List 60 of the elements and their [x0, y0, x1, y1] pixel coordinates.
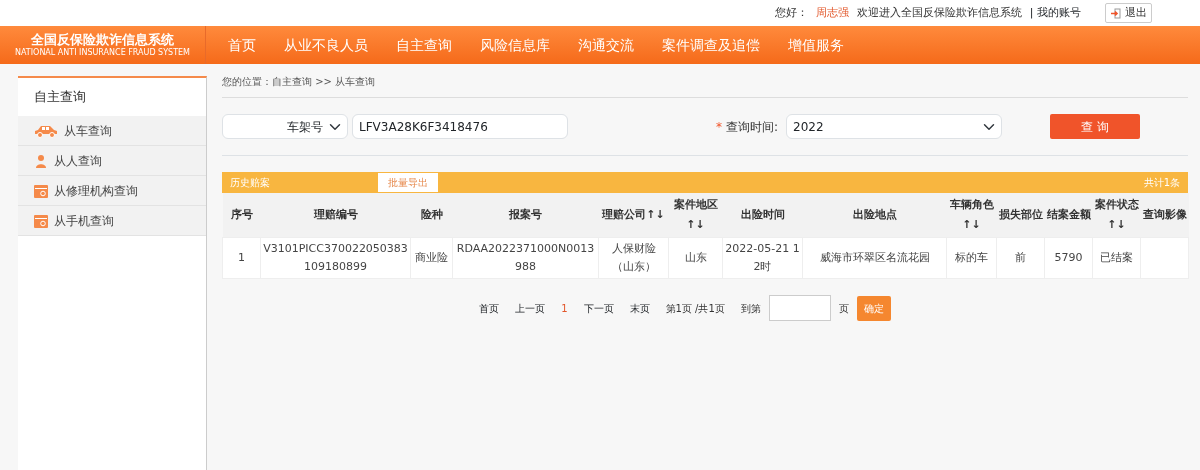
breadcrumb-text: 您的位置：自主查询 >> 从车查询 — [222, 64, 1188, 98]
column-header[interactable]: 查询影像 — [1140, 193, 1189, 238]
column-header[interactable]: 损失部位 — [996, 193, 1045, 238]
last-page-link[interactable]: 末页 — [629, 300, 650, 316]
column-header[interactable]: 报案号 — [452, 193, 599, 238]
query-button[interactable]: 查 询 — [1050, 114, 1140, 139]
table-cell: 人保财险（山东） — [611, 242, 656, 273]
column-header[interactable]: 序号 — [222, 193, 261, 238]
page-info-text: 第1页 /共1页 — [665, 301, 725, 316]
sidebar-item[interactable]: 从手机查询 — [18, 206, 206, 236]
table-cell: 商业险 — [415, 251, 448, 264]
next-page-link[interactable]: 下一页 — [583, 300, 614, 316]
logo-title: 全国反保险欺诈信息系统 — [30, 32, 175, 48]
calendar-icon — [34, 213, 48, 228]
greeting-text: 您好： — [774, 4, 808, 21]
vin-input-field[interactable]: LFV3A28K6F3418476 — [352, 114, 568, 139]
total-count: 共计1条 — [1143, 176, 1180, 190]
table-cell: 山东 — [684, 251, 707, 264]
goto-label: 到第 — [740, 301, 761, 316]
previous-page-link[interactable]: 上一页 — [515, 300, 546, 316]
column-header[interactable]: 出险地点 — [802, 193, 947, 238]
table-cell: 已结案 — [1100, 251, 1133, 264]
column-header[interactable]: 车辆角色↑↓ — [946, 193, 997, 238]
results-title: 历史赔案 — [230, 176, 270, 190]
calendar-icon — [34, 183, 48, 198]
page-unit-label: 页 — [838, 301, 849, 316]
first-page-link[interactable]: 首页 — [479, 300, 500, 316]
column-header[interactable]: 理赔公司↑↓ — [598, 193, 669, 238]
sidebar-item[interactable]: 从修理机构查询 — [18, 176, 206, 206]
table-cell: V3101PICC370022050383109180899 — [263, 242, 408, 273]
car-icon — [34, 123, 58, 138]
column-header[interactable]: 险种 — [410, 193, 453, 238]
column-header[interactable]: 理赔编号 — [260, 193, 411, 238]
welcome-text: 欢迎进入全国反保险欺诈信息系统 — [856, 4, 1022, 21]
column-header[interactable]: 出险时间 — [722, 193, 803, 238]
column-header[interactable]: 案件地区↑↓ — [668, 193, 723, 238]
table-cell: 1 — [238, 251, 245, 264]
vehicle-id-type-select[interactable]: 车架号 — [222, 114, 348, 139]
table-cell: 2022-05-21 12时 — [725, 242, 800, 273]
sidebar-item[interactable]: 从人查询 — [18, 146, 206, 176]
person-icon — [34, 153, 48, 168]
table-cell: 前 — [1015, 251, 1026, 264]
exit-icon — [1110, 7, 1121, 19]
sidebar-item[interactable]: 从车查询 — [18, 116, 206, 146]
column-header[interactable]: 案件状态↑↓ — [1092, 193, 1141, 238]
query-time-label: 查询时间: — [725, 118, 778, 136]
table-cell: 威海市环翠区名流花园 — [819, 251, 930, 264]
required-mark: * — [715, 118, 722, 136]
table-cell: 5790 — [1054, 251, 1083, 264]
user-name: 周志强 — [815, 4, 849, 21]
current-page-number: 1 — [561, 301, 568, 316]
account-link[interactable]: | 我的账号 — [1029, 4, 1081, 22]
table-cell: RDAA2022371000N0013988 — [456, 242, 595, 273]
logo-subtitle: NATIONAL ANTI INSURANCE FRAUD SYSTEM — [14, 48, 191, 58]
column-header[interactable]: 结案金额 — [1044, 193, 1093, 238]
sidebar-title: 自主查询 — [33, 88, 87, 106]
logout-button[interactable]: 退出 — [1105, 2, 1152, 24]
page-number-field[interactable] — [768, 295, 831, 321]
table-cell: 标的车 — [955, 251, 988, 264]
query-time-select[interactable]: 2022 — [786, 114, 1002, 139]
